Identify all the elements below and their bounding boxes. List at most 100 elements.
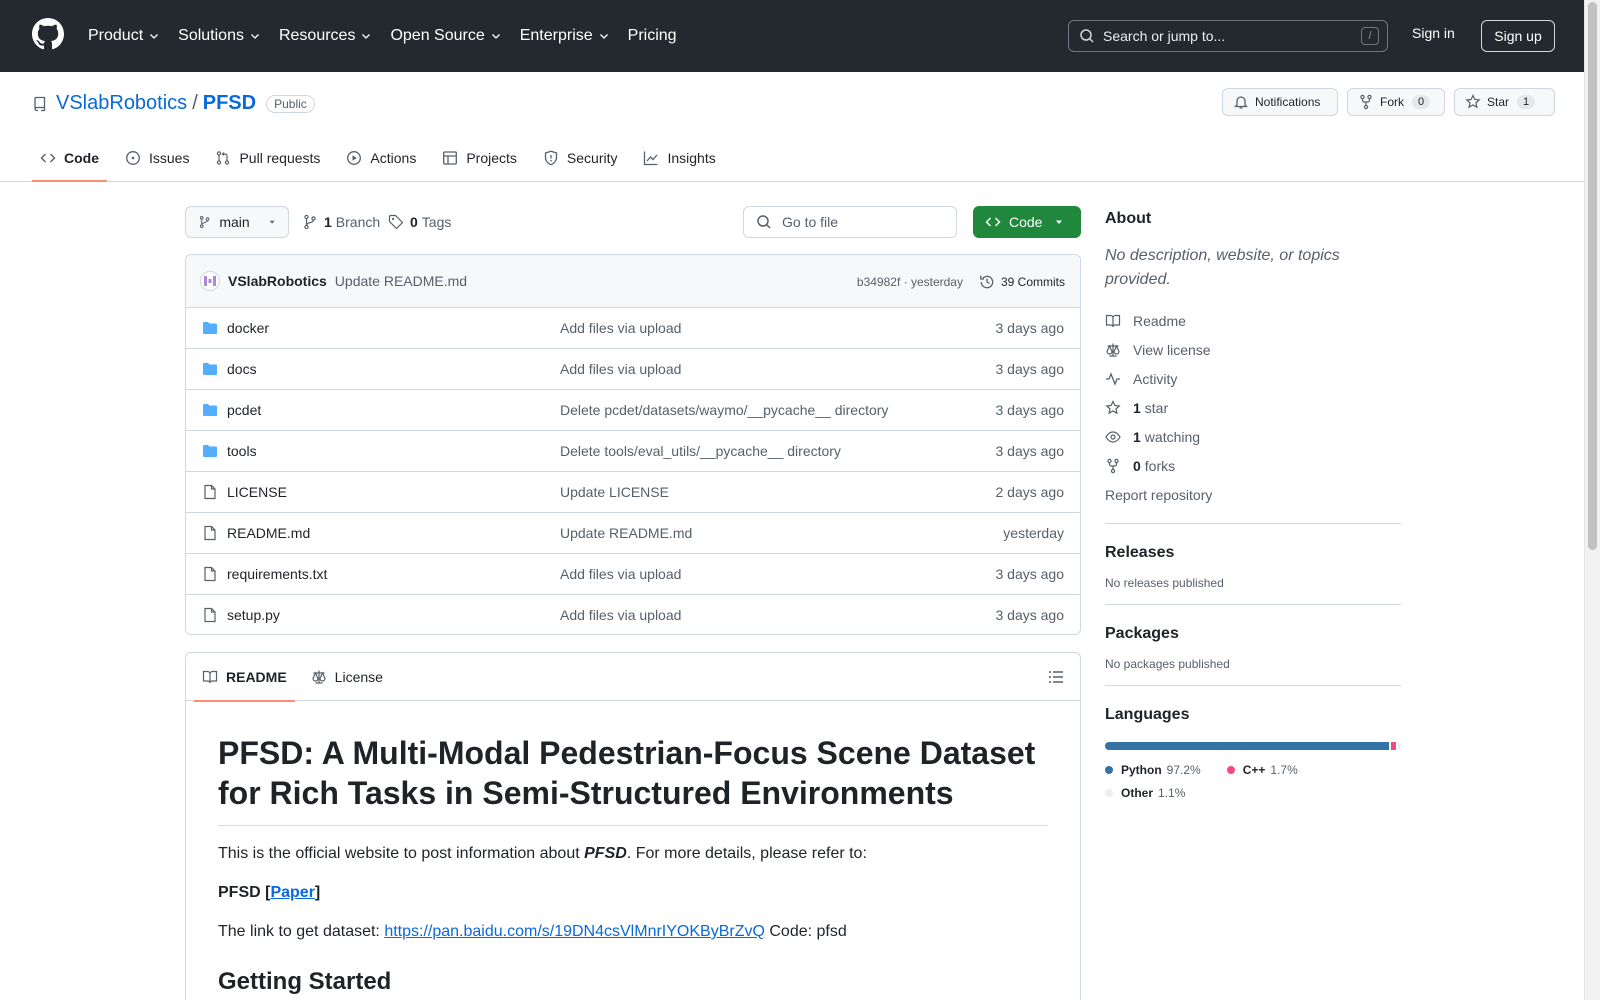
- commit-message-link[interactable]: Update README.md: [335, 273, 467, 289]
- tab-actions[interactable]: Actions: [338, 134, 424, 182]
- paper-link[interactable]: Paper: [270, 884, 314, 901]
- file-list: docker Add files via upload 3 days ago docs…: [186, 308, 1080, 634]
- tab-code[interactable]: Code: [32, 134, 107, 182]
- notifications-button[interactable]: Notifications: [1222, 88, 1338, 116]
- language-percent: 97.2%: [1166, 762, 1201, 777]
- search-shortcut-key: /: [1361, 27, 1379, 45]
- table-row[interactable]: setup.py Add files via upload 3 days ago: [186, 595, 1080, 634]
- avatar[interactable]: [200, 271, 220, 291]
- shield-icon: [544, 150, 558, 166]
- file-name-link[interactable]: pcdet: [227, 402, 261, 418]
- language-item[interactable]: C++ 1.7%: [1226, 758, 1298, 781]
- readme-dataset: The link to get dataset: https://pan.bai…: [218, 923, 847, 940]
- releases-heading[interactable]: Releases: [1105, 544, 1401, 562]
- repo-header: VSlabRobotics / PFSD Public Notification…: [0, 72, 1584, 182]
- nav-pricing[interactable]: Pricing: [628, 27, 677, 45]
- file-time: yesterday: [1003, 525, 1064, 541]
- file-commit-link[interactable]: Add files via upload: [560, 607, 681, 623]
- table-row[interactable]: docs Add files via upload 3 days ago: [186, 349, 1080, 390]
- readme-link[interactable]: Readme: [1105, 306, 1401, 335]
- outline-list-icon[interactable]: [1048, 669, 1064, 685]
- file-name-link[interactable]: LICENSE: [227, 484, 287, 500]
- fork-button[interactable]: Fork 0: [1347, 88, 1445, 116]
- branch-name: main: [219, 214, 250, 230]
- page-scrollbar[interactable]: [1584, 0, 1600, 1000]
- file-time: 3 days ago: [995, 607, 1065, 623]
- dataset-link[interactable]: https://pan.baidu.com/s/19DN4csVlMnrIYOK…: [384, 923, 765, 940]
- language-bar-segment: [1397, 742, 1401, 750]
- file-name-link[interactable]: docs: [227, 361, 257, 377]
- commit-hash-time[interactable]: b34982f · yesterday: [857, 275, 963, 289]
- packages-heading[interactable]: Packages: [1105, 625, 1401, 643]
- watchers-link[interactable]: 1 watching: [1105, 422, 1401, 451]
- branches-link[interactable]: 1 Branch: [302, 214, 380, 230]
- packages-note: No packages published: [1105, 657, 1230, 671]
- file-commit-link[interactable]: Add files via upload: [560, 566, 681, 582]
- table-row[interactable]: README.md Update README.md yesterday: [186, 513, 1080, 554]
- file-icon-wrap: [202, 607, 218, 623]
- branch-selector[interactable]: main: [185, 206, 289, 238]
- search-icon: [1080, 29, 1094, 43]
- tab-projects[interactable]: Projects: [434, 134, 525, 182]
- search-input[interactable]: Search or jump to... /: [1068, 20, 1388, 52]
- tab-issues[interactable]: Issues: [117, 134, 197, 182]
- tab-readme[interactable]: README: [194, 653, 295, 702]
- readme-content: PFSD: A Multi-Modal Pedestrian-Focus Sce…: [186, 701, 1080, 996]
- visibility-badge: Public: [266, 94, 315, 113]
- language-item[interactable]: Other 1.1%: [1105, 781, 1185, 804]
- file-name-link[interactable]: README.md: [227, 525, 310, 541]
- search-icon: [757, 215, 771, 229]
- language-item[interactable]: Python 97.2%: [1105, 758, 1201, 781]
- nav-open-source[interactable]: Open Source: [390, 27, 501, 45]
- github-logo-icon[interactable]: [32, 18, 64, 50]
- languages-section: Languages Python 97.2% C++ 1.7% Other 1.1%: [1105, 685, 1401, 804]
- branch-icon: [304, 214, 316, 230]
- nav-enterprise[interactable]: Enterprise: [520, 27, 610, 45]
- table-row[interactable]: requirements.txt Add files via upload 3 da…: [186, 554, 1080, 595]
- file-commit-link[interactable]: Update LICENSE: [560, 484, 669, 500]
- file-name-link[interactable]: docker: [227, 320, 269, 336]
- file-commit-link[interactable]: Add files via upload: [560, 320, 681, 336]
- tab-license[interactable]: License: [303, 653, 391, 701]
- readme-panel: README License PFSD: A Multi-Modal Pedes…: [185, 652, 1081, 1000]
- table-row[interactable]: LICENSE Update LICENSE 2 days ago: [186, 472, 1080, 513]
- go-to-file-input[interactable]: Go to file: [743, 206, 957, 238]
- commits-history-link[interactable]: 39 Commits: [979, 274, 1065, 290]
- report-repository-link[interactable]: Report repository: [1105, 480, 1401, 509]
- languages-list: Python 97.2% C++ 1.7% Other 1.1%: [1105, 758, 1401, 804]
- table-row[interactable]: pcdet Delete pcdet/datasets/waymo/__pycac…: [186, 390, 1080, 431]
- languages-bar: [1105, 742, 1401, 750]
- file-commit-link[interactable]: Add files via upload: [560, 361, 681, 377]
- sign-up-button[interactable]: Sign up: [1481, 20, 1555, 52]
- nav-solutions[interactable]: Solutions: [178, 27, 261, 45]
- repo-owner-link[interactable]: VSlabRobotics: [56, 92, 187, 115]
- tab-insights[interactable]: Insights: [635, 134, 723, 182]
- code-dropdown-button[interactable]: Code: [973, 206, 1081, 238]
- file-name-link[interactable]: tools: [227, 443, 257, 459]
- nav-product[interactable]: Product: [88, 27, 160, 45]
- forks-link[interactable]: 0 forks: [1105, 451, 1401, 480]
- star-button[interactable]: Star 1: [1454, 88, 1555, 116]
- repo-name-link[interactable]: PFSD: [203, 92, 256, 115]
- tab-security[interactable]: Security: [535, 134, 626, 182]
- table-row[interactable]: tools Delete tools/eval_utils/__pycache__…: [186, 431, 1080, 472]
- nav-resources[interactable]: Resources: [279, 27, 372, 45]
- file-commit-link[interactable]: Delete pcdet/datasets/waymo/__pycache__ …: [560, 402, 888, 418]
- star-icon: [1105, 399, 1121, 414]
- file-name-link[interactable]: requirements.txt: [227, 566, 327, 582]
- file-commit-link[interactable]: Delete tools/eval_utils/__pycache__ dire…: [560, 443, 841, 459]
- view-license-link[interactable]: View license: [1105, 335, 1401, 364]
- stars-link[interactable]: 1 star: [1105, 393, 1401, 422]
- tags-link[interactable]: 0 Tags: [388, 214, 451, 230]
- scrollbar-thumb[interactable]: [1588, 2, 1597, 550]
- file-commit-link[interactable]: Update README.md: [560, 525, 692, 541]
- chevron-down-icon: [599, 34, 608, 39]
- chevron-down-icon: [150, 34, 159, 39]
- commit-author-link[interactable]: VSlabRobotics: [228, 273, 327, 289]
- tab-pull-requests[interactable]: Pull requests: [207, 134, 328, 182]
- file-name-link[interactable]: setup.py: [227, 607, 280, 623]
- about-description: No description, website, or topics provi…: [1105, 247, 1340, 288]
- table-row[interactable]: docker Add files via upload 3 days ago: [186, 308, 1080, 349]
- sign-in-link[interactable]: Sign in: [1412, 25, 1455, 41]
- activity-link[interactable]: Activity: [1105, 364, 1401, 393]
